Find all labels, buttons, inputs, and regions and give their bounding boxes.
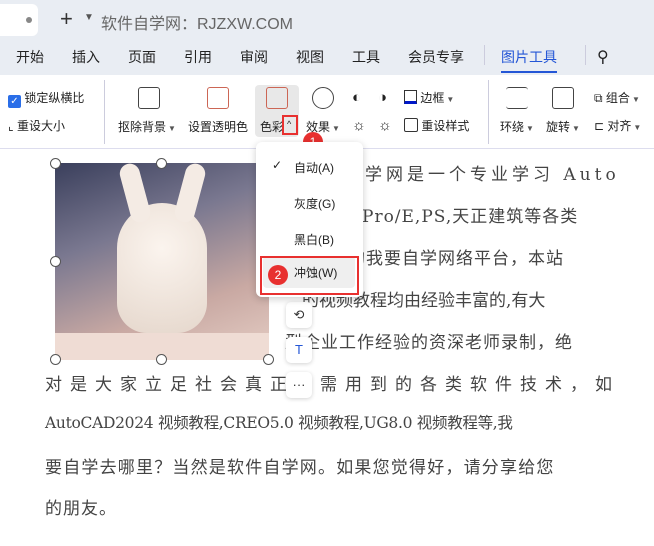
lock-ratio-checkbox[interactable]: ✓ 锁定纵横比 <box>8 89 84 108</box>
border-icon <box>404 90 417 104</box>
text-line: 对是大家立足社会真正需需用到的各类软件技术，如 <box>45 375 620 395</box>
text-line: AutoCAD2024 视频教程,CREO5.0 视频教程,UG8.0 视频教程… <box>45 414 513 432</box>
effects-icon <box>312 87 334 109</box>
menu-tools[interactable]: 工具 <box>352 47 380 67</box>
increase-brightness-icon[interactable]: ☼ <box>352 117 366 134</box>
border-button[interactable]: 边框 ▼ <box>404 89 454 106</box>
menu-page[interactable]: 页面 <box>128 47 156 67</box>
menu-insert[interactable]: 插入 <box>72 47 100 67</box>
wrap-icon <box>506 87 528 109</box>
decrease-contrast-icon[interactable]: ◑ <box>378 89 387 106</box>
wrap-button[interactable]: 环绕 ▼ <box>500 118 534 135</box>
resize-handle[interactable] <box>156 158 167 169</box>
lock-ratio-label: 锁定纵横比 <box>24 91 85 105</box>
menu-item-auto[interactable]: ✓ 自动(A) <box>256 151 363 181</box>
rotate-icon: ⟲ <box>293 307 305 322</box>
checkbox-icon: ✓ <box>8 95 21 108</box>
remove-background-icon <box>138 87 160 109</box>
document-title: 软件自学网：RJZXW.COM <box>101 16 293 33</box>
resize-handle[interactable] <box>50 354 61 365</box>
menu-member[interactable]: 会员专享 <box>408 47 464 67</box>
resize-handle[interactable] <box>263 354 274 365</box>
document-tab[interactable] <box>0 4 38 36</box>
resize-button[interactable]: ⌞ 重设大小 <box>8 117 65 134</box>
reset-style-button[interactable]: 重设样式 <box>404 117 469 134</box>
align-button[interactable]: ⊏ 对齐 ▼ <box>594 117 641 134</box>
menu-view[interactable]: 视图 <box>296 47 324 67</box>
rotate-icon <box>552 87 574 109</box>
align-icon: ⊏ <box>594 119 605 133</box>
text-line: 的朋友。 <box>45 499 117 519</box>
reset-style-icon <box>404 118 418 132</box>
more-float-button[interactable]: ··· <box>286 372 312 398</box>
effects-button[interactable]: 效果 ▼ <box>306 118 340 135</box>
remove-background-button[interactable]: 抠除背景 ▼ <box>118 118 176 135</box>
group-button[interactable]: ⧉ 组合 ▼ <box>594 89 640 106</box>
selected-image-bunny[interactable] <box>55 163 269 360</box>
menu-item-black-white[interactable]: 黑白(B) <box>256 223 363 253</box>
step-badge-2: 2 <box>268 265 288 285</box>
resize-handle[interactable] <box>156 354 167 365</box>
color-icon <box>266 87 288 109</box>
menu-picture-tools[interactable]: 图片工具 <box>501 47 557 73</box>
increase-contrast-icon[interactable]: ◐ <box>352 89 361 106</box>
menu-start[interactable]: 开始 <box>16 47 44 67</box>
text-extract-icon: T <box>295 342 303 357</box>
checkmark-icon: ✓ <box>272 158 283 172</box>
extract-text-float-button[interactable]: T <box>286 337 312 363</box>
rotate-button[interactable]: 旋转 ▼ <box>546 118 580 135</box>
set-transparent-color-button[interactable]: 设置透明色 <box>188 118 248 135</box>
menu-review[interactable]: 审阅 <box>240 47 268 67</box>
resize-handle[interactable] <box>50 256 61 267</box>
title-bar: + ▼ 软件自学网：RJZXW.COM 开始 插入 页面 引用 审阅 视图 工具… <box>0 0 654 75</box>
unsaved-dot-icon <box>26 17 32 23</box>
chevron-down-icon[interactable]: ▼ <box>84 12 94 23</box>
new-tab-button[interactable]: + <box>60 6 73 32</box>
transparent-color-icon <box>207 87 229 109</box>
resize-handle[interactable] <box>50 158 61 169</box>
color-button[interactable]: 色彩 <box>260 118 284 135</box>
resize-icon: ⌞ <box>8 119 14 133</box>
menu-references[interactable]: 引用 <box>184 47 212 67</box>
decrease-brightness-icon[interactable]: ☼ <box>378 117 392 134</box>
text-line: 学网是一个专业学习 Auto <box>365 165 620 185</box>
more-icon: ··· <box>292 377 306 392</box>
text-line: 的我要自学网络平台，本站 <box>348 249 564 269</box>
menu-item-grayscale[interactable]: 灰度(G) <box>256 187 363 217</box>
group-icon: ⧉ <box>594 91 603 105</box>
text-line: 要自学去哪里？当然是软件自学网。如果您觉得好，请分享给您 <box>45 458 555 478</box>
text-line: Pro/E,PS,天正建筑等各类 <box>362 207 579 227</box>
search-icon[interactable]: ⚲ <box>597 47 609 67</box>
rotate-float-button[interactable]: ⟲ <box>286 302 312 328</box>
resize-label: 重设大小 <box>16 119 65 133</box>
text-line: 型企业工作经验的资深老师录制，绝 <box>285 333 573 353</box>
color-dropdown-arrow[interactable]: ^ <box>282 115 298 135</box>
